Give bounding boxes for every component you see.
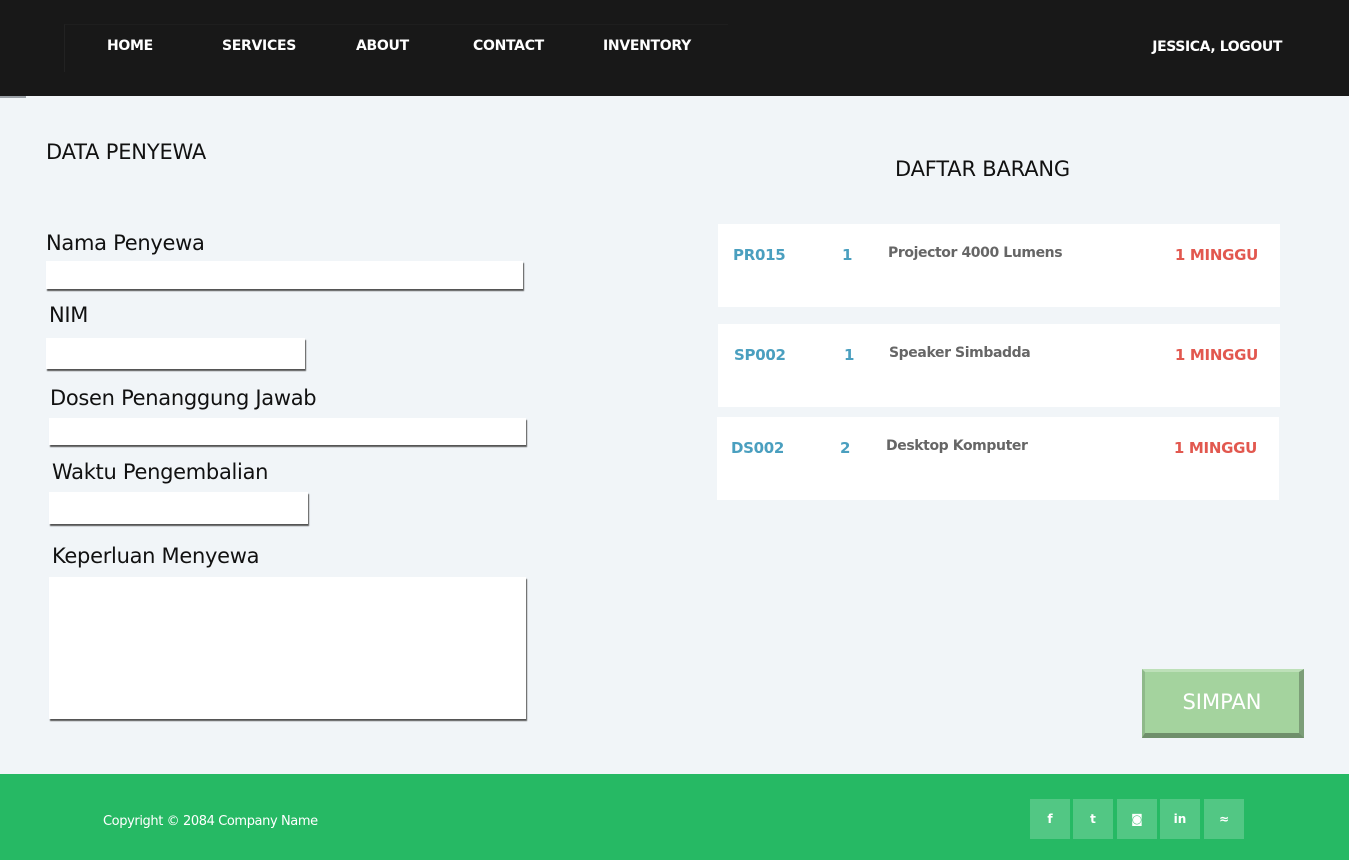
nav-inventory-link[interactable]: INVENTORY	[603, 38, 691, 54]
rss-icon[interactable]: ≈	[1204, 799, 1244, 839]
twitter-icon[interactable]: t	[1073, 799, 1113, 839]
item-card[interactable]: DS002 2 Desktop Komputer 1 MINGGU	[717, 417, 1279, 500]
facebook-icon[interactable]: f	[1030, 799, 1070, 839]
waktu-pengembalian-input[interactable]	[49, 492, 308, 524]
user-logout-link[interactable]: JESSICA, LOGOUT	[1152, 39, 1282, 55]
item-name: Speaker Simbadda	[889, 345, 1031, 361]
items-title: DAFTAR BARANG	[895, 157, 1070, 181]
item-quantity: 2	[840, 439, 851, 457]
item-card[interactable]: SP002 1 Speaker Simbadda 1 MINGGU	[718, 324, 1280, 407]
waktu-pengembalian-label: Waktu Pengembalian	[52, 460, 269, 484]
nav-contact-link[interactable]: CONTACT	[473, 38, 544, 54]
copyright-text: Copyright © 2084 Company Name	[103, 814, 318, 829]
footer: Copyright © 2084 Company Name f t ◙ in ≈	[0, 774, 1349, 860]
nav-about-link[interactable]: ABOUT	[356, 38, 409, 54]
item-quantity: 1	[842, 246, 853, 264]
top-navbar: HOME SERVICES ABOUT CONTACT INVENTORY JE…	[0, 0, 1349, 96]
nama-penyewa-label: Nama Penyewa	[46, 231, 205, 255]
linkedin-icon[interactable]: in	[1160, 799, 1200, 839]
dosen-input[interactable]	[49, 418, 526, 445]
item-duration: 1 MINGGU	[1174, 246, 1258, 264]
nim-input[interactable]	[46, 338, 305, 369]
item-code: SP002	[734, 346, 786, 364]
item-quantity: 1	[844, 346, 855, 364]
keperluan-label: Keperluan Menyewa	[52, 544, 260, 568]
item-duration: 1 MINGGU	[1174, 346, 1258, 364]
item-name: Desktop Komputer	[886, 438, 1028, 454]
nav-home-link[interactable]: HOME	[107, 38, 153, 54]
item-code: PR015	[733, 246, 786, 264]
save-button[interactable]: SIMPAN	[1142, 669, 1304, 738]
nav-divider	[0, 96, 26, 98]
keperluan-textarea[interactable]	[49, 577, 526, 719]
item-duration: 1 MINGGU	[1173, 439, 1257, 457]
item-code: DS002	[731, 439, 785, 457]
nim-label: NIM	[49, 303, 89, 327]
instagram-icon[interactable]: ◙	[1117, 799, 1157, 839]
nama-penyewa-input[interactable]	[46, 261, 523, 289]
form-title: DATA PENYEWA	[46, 140, 207, 164]
item-name: Projector 4000 Lumens	[888, 245, 1063, 261]
nav-services-link[interactable]: SERVICES	[222, 38, 296, 54]
item-card[interactable]: PR015 1 Projector 4000 Lumens 1 MINGGU	[718, 224, 1280, 307]
dosen-label: Dosen Penanggung Jawab	[50, 386, 317, 410]
